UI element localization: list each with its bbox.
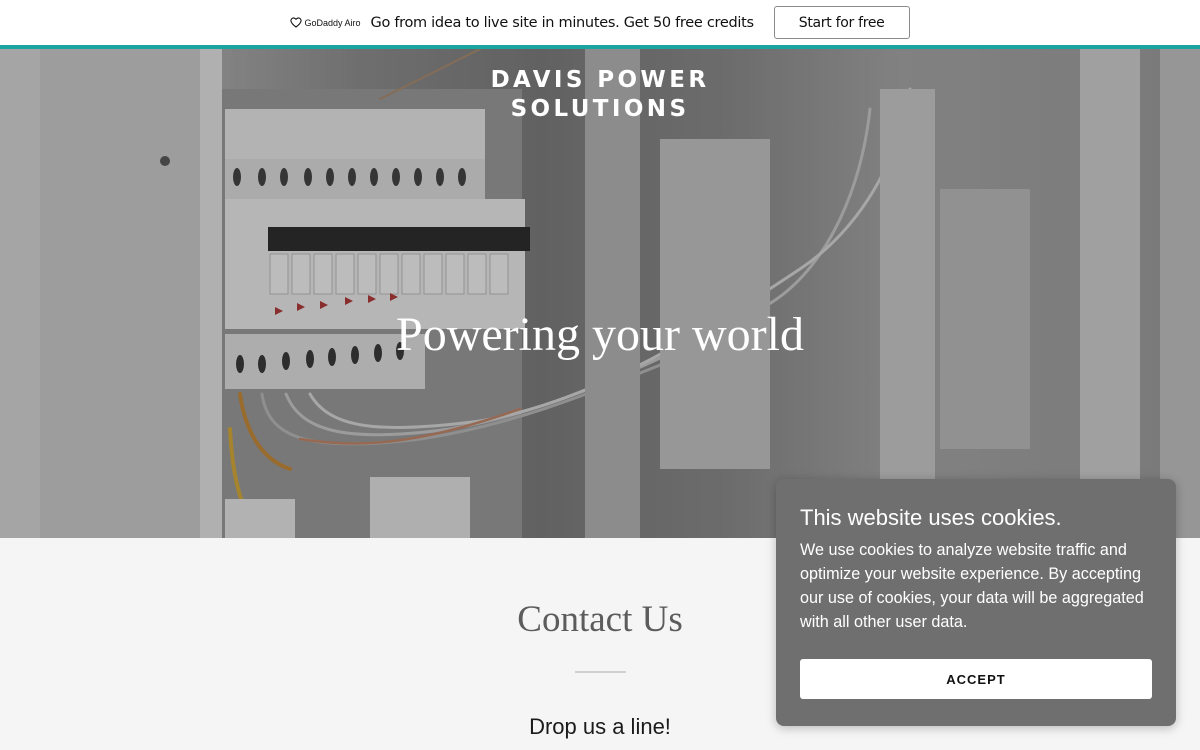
cookie-title: This website uses cookies. bbox=[800, 505, 1062, 530]
section-divider bbox=[575, 671, 626, 673]
hero-headline: Powering your world bbox=[396, 308, 804, 361]
start-for-free-button[interactable]: Start for free bbox=[773, 6, 910, 39]
accept-cookies-button[interactable]: ACCEPT bbox=[800, 659, 1152, 699]
promo-message: Go from idea to live site in minutes. Ge… bbox=[370, 14, 755, 31]
logo-text: GoDaddy Airo bbox=[304, 17, 361, 28]
godaddy-logo-icon bbox=[290, 17, 303, 28]
brand-line-2: SOLUTIONS bbox=[510, 96, 690, 122]
cookie-banner: This website uses cookies. We use cookie… bbox=[776, 479, 1176, 726]
brand-line-1: DAVIS POWER bbox=[490, 67, 710, 93]
hero-section: DAVIS POWER SOLUTIONS Powering your worl… bbox=[0, 49, 1200, 538]
promo-bar: GoDaddy Airo Go from idea to live site i… bbox=[0, 0, 1200, 45]
godaddy-airo-logo: GoDaddy Airo bbox=[290, 17, 361, 28]
cookie-body: We use cookies to analyze website traffi… bbox=[800, 541, 1144, 631]
site-brand[interactable]: DAVIS POWER SOLUTIONS bbox=[0, 66, 1200, 124]
